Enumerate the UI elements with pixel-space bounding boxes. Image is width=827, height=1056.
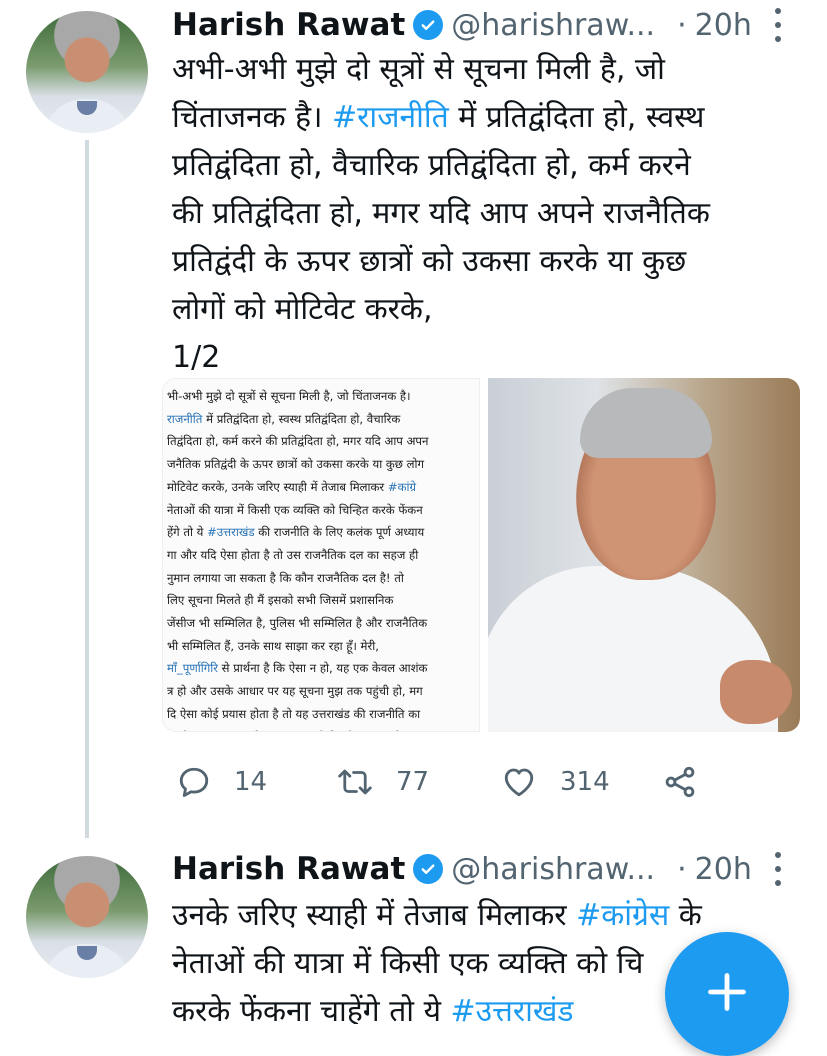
media-text-line: भी-अभी मुझे दो सूत्रों से सूचना मिली है,… xyxy=(167,385,477,408)
avatar[interactable] xyxy=(26,11,148,133)
like-button[interactable]: 314 xyxy=(500,762,610,802)
text-segment: उनके जरिए स्याही में तेजाब मिलाकर xyxy=(172,898,577,933)
text-segment: अभी-अभी मुझे दो सूत्रों से सूचना मिली है… xyxy=(172,52,665,87)
text-segment: भी सम्मिलित हैं, उनके साथ साझा कर रहा हू… xyxy=(167,638,379,653)
tweet-timestamp[interactable]: 20h xyxy=(695,8,752,43)
hashtag-link[interactable]: #कांग्रे xyxy=(388,480,416,494)
text-line: की प्रतिद्वंदिता हो, मगर यदि आप अपने राज… xyxy=(172,190,802,238)
media-text-image[interactable]: भी-अभी मुझे दो सूत्रों से सूचना मिली है,… xyxy=(162,378,480,732)
text-line: प्रतिद्वंदी के ऊपर छात्रों को उकसा करके … xyxy=(172,238,802,286)
media-text-line: जेंसीज भी सम्मिलित है, पुलिस भी सम्मिलित… xyxy=(167,612,477,635)
avatar[interactable] xyxy=(26,856,148,978)
hashtag-link[interactable]: #उत्तराखंड xyxy=(451,994,574,1024)
share-button[interactable] xyxy=(662,762,698,802)
text-line: चिंताजनक है। #राजनीति में प्रतिद्वंदिता … xyxy=(172,94,802,142)
media-text-line: जनैतिक प्रतिद्वंदी के ऊपर छात्रों को उकस… xyxy=(167,453,477,476)
thread-connector-line xyxy=(85,140,89,838)
text-segment: जनैतिक प्रतिद्वंदी के ऊपर छात्रों को उकस… xyxy=(167,457,425,472)
media-text-line: लिए सूचना मिलते ही मैं इसको सभी जिसमें प… xyxy=(167,589,477,612)
media-text-line: गा और यदि ऐसा होता है तो उस राजनैतिक दल … xyxy=(167,544,477,567)
text-segment: की राजनीति के लिए कलंक पूर्ण अध्याय xyxy=(254,525,425,540)
reply-icon xyxy=(179,767,209,797)
text-segment: हेंगे तो ये xyxy=(167,525,208,540)
author-name[interactable]: Harish Rawat xyxy=(172,851,405,887)
text-segment: भी-अभी मुझे दो सूत्रों से सूचना मिली है,… xyxy=(167,389,411,403)
author-handle[interactable]: @harishraw... xyxy=(451,8,655,43)
like-count: 314 xyxy=(560,767,610,797)
text-segment: चिंताजनक है। xyxy=(172,100,333,135)
media-text-line: नुमान लगाया जा सकता है कि कौन राजनैतिक द… xyxy=(167,567,477,590)
media-text-line: मोटिवेट करके, उनके जरिए स्याही में तेजाब… xyxy=(167,476,477,499)
media-text-line: दि ऐसा कोई प्रयास होता है तो यह उत्तराखं… xyxy=(167,703,477,726)
media-text-line: त्र हो और उसके आधार पर यह सूचना मुझ तक प… xyxy=(167,680,477,703)
media-text-line: नेताओं की यात्रा में किसी एक व्यक्ति को … xyxy=(167,499,477,522)
text-segment: में प्रतिद्वंदिता हो, स्वस्थ प्रतिद्वंदि… xyxy=(202,411,401,426)
compose-tweet-button[interactable] xyxy=(665,932,789,1056)
text-segment: के xyxy=(669,898,702,933)
more-options-icon[interactable] xyxy=(768,852,788,886)
text-segment: क ही दुखद अध्याय होगा, एक बड़ा ही निंदनी… xyxy=(167,730,415,731)
text-line: लोगों को मोटिवेट करके, xyxy=(172,286,802,334)
text-segment: लिए सूचना मिलते ही मैं इसको सभी जिसमें प… xyxy=(167,593,394,608)
author-name[interactable]: Harish Rawat xyxy=(172,7,405,43)
text-segment: 1/2 xyxy=(172,340,221,375)
text-segment: से प्रार्थना है कि ऐसा न हो, यह एक केवल … xyxy=(217,661,428,676)
retweet-icon xyxy=(338,769,372,795)
reply-button[interactable]: 14 xyxy=(176,762,267,802)
text-line: 1/2 xyxy=(172,334,802,382)
media-photo[interactable] xyxy=(488,378,800,732)
tweet-header: Harish Rawat @harishraw... · 20h xyxy=(172,0,752,50)
hashtag-link[interactable]: राजनीति xyxy=(167,412,202,426)
retweet-button[interactable]: 77 xyxy=(336,762,429,802)
media-text-line: तिद्वंदिता हो, कर्म करने की प्रतिद्वंदित… xyxy=(167,430,477,453)
more-options-icon[interactable] xyxy=(768,8,788,42)
text-segment: त्र हो और उसके आधार पर यह सूचना मुझ तक प… xyxy=(167,684,423,699)
text-segment: नेताओं की यात्रा में किसी एक व्यक्ति को … xyxy=(167,502,423,517)
text-segment: नुमान लगाया जा सकता है कि कौन राजनैतिक द… xyxy=(167,570,404,585)
text-segment: नेताओं की यात्रा में किसी एक व्यक्ति को … xyxy=(172,946,644,981)
tweet-header: Harish Rawat @harishraw... · 20h xyxy=(172,844,752,894)
text-segment: गा और यदि ऐसा होता है तो उस राजनैतिक दल … xyxy=(167,547,419,562)
media-text-line: राजनीति में प्रतिद्वंदिता हो, स्वस्थ प्र… xyxy=(167,408,477,431)
tweet-media[interactable]: भी-अभी मुझे दो सूत्रों से सूचना मिली है,… xyxy=(162,378,800,732)
tweet-actions: 14 77 314 xyxy=(176,762,736,802)
text-segment: जेंसीज भी सम्मिलित है, पुलिस भी सम्मिलित… xyxy=(167,616,428,631)
hashtag-link[interactable]: #उत्तराखंड xyxy=(207,525,255,539)
hashtag-link[interactable]: माँ_पूर्णागिरि xyxy=(167,661,218,675)
text-segment: प्रतिद्वंदिता हो, वैचारिक प्रतिद्वंदिता … xyxy=(172,148,691,183)
text-line: अभी-अभी मुझे दो सूत्रों से सूचना मिली है… xyxy=(172,46,802,94)
text-segment: दि ऐसा कोई प्रयास होता है तो यह उत्तराखं… xyxy=(167,706,421,721)
text-segment: करके फेंकना चाहेंगे तो ये xyxy=(172,994,451,1024)
retweet-count: 77 xyxy=(396,767,430,797)
text-line: उनके जरिए स्याही में तेजाब मिलाकर #कांग्… xyxy=(172,892,802,940)
media-text-line: माँ_पूर्णागिरि से प्रार्थना है कि ऐसा न … xyxy=(167,657,477,680)
hashtag-link[interactable]: #राजनीति xyxy=(332,100,449,135)
tweet[interactable]: Harish Rawat @harishraw... · 20h अभी-अभी… xyxy=(0,0,827,838)
tweet-timestamp[interactable]: 20h xyxy=(695,852,752,887)
hashtag-link[interactable]: #कांग्रेस xyxy=(576,898,669,933)
media-text-line: क ही दुखद अध्याय होगा, एक बड़ा ही निंदनी… xyxy=(167,726,477,731)
separator-dot: · xyxy=(677,7,687,43)
text-line: प्रतिद्वंदिता हो, वैचारिक प्रतिद्वंदिता … xyxy=(172,142,802,190)
separator-dot: · xyxy=(677,851,687,887)
text-segment: लोगों को मोटिवेट करके, xyxy=(172,292,433,327)
plus-icon xyxy=(708,973,746,1011)
reply-count: 14 xyxy=(234,767,268,797)
text-segment: मोटिवेट करके, उनके जरिए स्याही में तेजाब… xyxy=(167,479,388,494)
share-icon xyxy=(665,766,695,798)
text-segment: तिद्वंदिता हो, कर्म करने की प्रतिद्वंदित… xyxy=(167,434,429,449)
verified-badge-icon xyxy=(413,10,444,40)
tweet-text: अभी-अभी मुझे दो सूत्रों से सूचना मिली है… xyxy=(172,46,802,382)
text-segment: में प्रतिद्वंदिता हो, स्वस्थ xyxy=(448,100,705,135)
verified-badge-icon xyxy=(413,854,444,884)
media-text-line: हेंगे तो ये #उत्तराखंड की राजनीति के लिए… xyxy=(167,521,477,544)
text-segment: प्रतिद्वंदी के ऊपर छात्रों को उकसा करके … xyxy=(172,244,687,279)
media-text-line: भी सम्मिलित हैं, उनके साथ साझा कर रहा हू… xyxy=(167,635,477,658)
heart-icon xyxy=(504,768,534,797)
text-segment: की प्रतिद्वंदिता हो, मगर यदि आप अपने राज… xyxy=(172,196,710,231)
author-handle[interactable]: @harishraw... xyxy=(451,852,655,887)
